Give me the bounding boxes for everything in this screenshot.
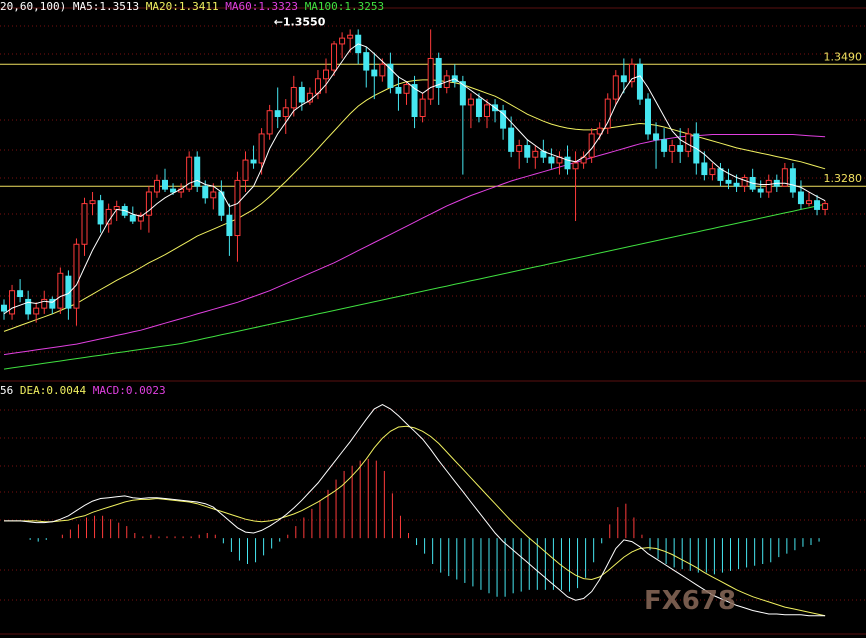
candle-body	[822, 203, 829, 210]
candle-body	[701, 162, 708, 176]
diff-line	[4, 404, 826, 617]
candle-body	[733, 182, 740, 187]
candle-body	[339, 37, 346, 45]
candle-body	[170, 188, 177, 193]
candle-body	[677, 145, 684, 152]
ma60-value: MA60:1.3323	[225, 0, 299, 13]
level-label: 1.3490	[824, 50, 863, 63]
candle-body	[129, 214, 136, 222]
candle-body	[395, 86, 402, 94]
candle-body	[403, 84, 410, 94]
candle-body	[717, 168, 724, 181]
candle-body	[669, 145, 676, 152]
candle-body	[636, 63, 643, 100]
candle-body	[516, 145, 523, 152]
candle-body	[9, 290, 16, 315]
macd-value: MACD:0.0023	[92, 384, 166, 397]
candle-body	[33, 307, 40, 315]
candle-body	[419, 98, 426, 118]
watermark-logo: FX678	[644, 586, 737, 616]
candle-body	[564, 156, 571, 170]
candle-body	[604, 98, 611, 129]
candle-body	[81, 203, 88, 245]
ma5-value: MA5:1.3513	[72, 0, 140, 13]
level-label: 1.3280	[824, 172, 863, 185]
candle-body	[274, 110, 281, 118]
candle-body	[210, 191, 217, 199]
ma100-value: MA100:1.3253	[304, 0, 385, 13]
ma20-value: MA20:1.3411	[145, 0, 219, 13]
candle-body	[685, 133, 692, 152]
candle-body	[242, 159, 249, 181]
candle-body	[661, 139, 668, 152]
price-header: 20,60,100) MA5:1.3513 MA20:1.3411 MA60:1…	[0, 0, 384, 13]
candle-body	[202, 185, 209, 199]
macd-header: 56 DEA:0.0044 MACD:0.0023	[0, 384, 166, 397]
candle-body	[266, 110, 273, 135]
candle-body	[258, 133, 265, 164]
candle-body	[250, 159, 257, 164]
candle-body	[290, 86, 297, 109]
candle-body	[475, 98, 482, 118]
high-price-label: ←1.3550	[274, 15, 326, 28]
candle-body	[741, 176, 748, 187]
candle-body	[153, 179, 160, 193]
candle-body	[363, 52, 370, 71]
candle-body	[645, 98, 651, 135]
candle-body	[532, 150, 539, 158]
candle-body	[765, 179, 772, 193]
candle-body	[612, 75, 619, 100]
candle-body	[323, 69, 329, 80]
chart-canvas: 1.3490 1.3280 ←1.3550	[0, 7, 866, 635]
candle-body	[789, 168, 796, 193]
candle-body	[379, 63, 386, 77]
candle-body	[17, 290, 24, 298]
candle-body	[508, 127, 515, 152]
candle-body	[57, 272, 64, 309]
candle-body	[1, 304, 7, 312]
candle-body	[548, 156, 555, 164]
macd-panel	[4, 404, 826, 617]
candle-body	[806, 200, 812, 205]
candle-body	[97, 200, 104, 225]
candle-body	[435, 57, 442, 88]
candle-body	[25, 298, 32, 315]
ma100-line	[3, 203, 826, 370]
ma-params: 20,60,100)	[0, 0, 67, 13]
candle-body	[725, 179, 732, 184]
macd-prefix: 56	[0, 384, 14, 397]
candle-body	[797, 191, 804, 205]
candle-body	[234, 179, 241, 237]
candle-body	[524, 145, 531, 158]
candle-body	[162, 179, 168, 190]
candle-body	[757, 188, 764, 193]
candle-body	[89, 200, 96, 205]
candle-body	[653, 133, 660, 141]
candle-body	[282, 107, 289, 118]
candle-body	[709, 168, 716, 176]
candle-body	[226, 214, 233, 237]
dea-value: DEA:0.0044	[19, 384, 87, 397]
candle-body	[371, 69, 378, 77]
candle-body	[484, 104, 490, 118]
candle-body	[298, 86, 305, 103]
candle-body	[467, 98, 474, 106]
candle-body	[73, 243, 80, 309]
candle-body	[347, 34, 354, 39]
candle-body	[331, 43, 338, 71]
candle-body	[572, 162, 579, 170]
price-panel: 1.3490 1.3280 ←1.3550	[0, 15, 866, 370]
candle-body	[620, 75, 627, 83]
candle-body	[814, 200, 821, 210]
candle-body	[427, 57, 434, 100]
